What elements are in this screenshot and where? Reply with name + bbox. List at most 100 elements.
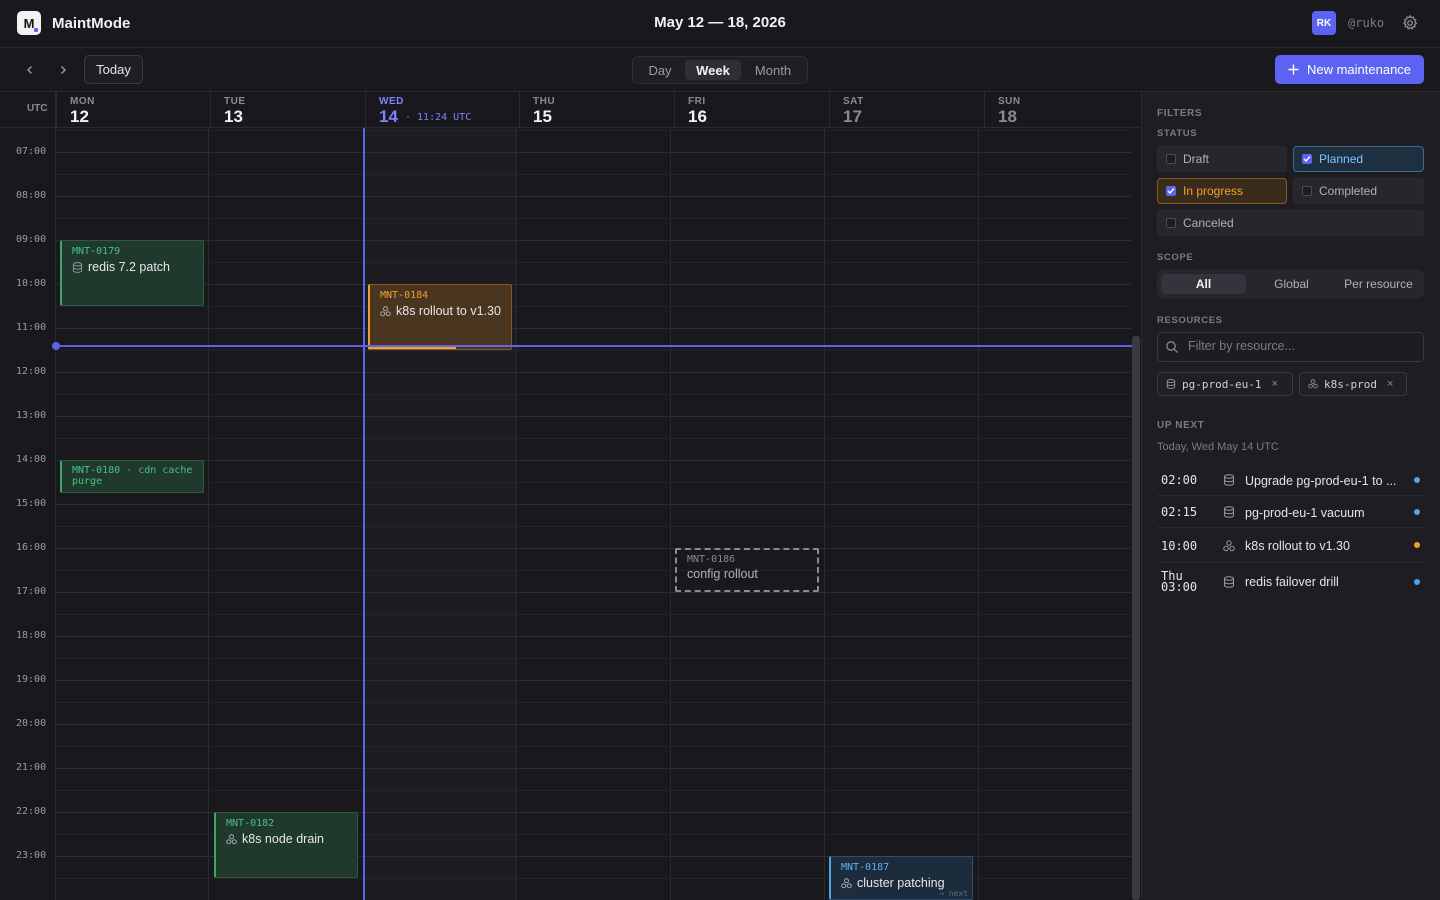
resource-chip-pg-prod-eu-1[interactable]: pg-prod-eu-1 × [1157,372,1293,396]
checkbox-box [1302,154,1312,164]
scope-per-resource-tab[interactable]: Per resource [1336,274,1421,294]
close-icon[interactable]: × [1271,378,1277,390]
half-hour-gridline [56,658,1132,659]
hour-label: 21:00 [16,762,47,773]
half-hour-gridline [56,218,1132,219]
today-button[interactable]: Today [84,55,143,84]
hour-gridline [56,636,1132,637]
hour-gridline [56,328,1132,329]
view-switcher: Day Week Month [632,56,808,84]
status-dot [1414,542,1420,548]
day-of-week: SAT [843,96,864,107]
item-title: Upgrade pg-prod-eu-1 to ... [1245,474,1397,488]
resource-search-input[interactable] [1188,339,1408,353]
scope-global-tab[interactable]: Global [1249,274,1334,294]
status-planned-checkbox[interactable]: Planned [1293,146,1424,172]
resource-chip-k8s-prod[interactable]: k8s-prod × [1299,372,1407,396]
day-header-mon[interactable]: MON 12 [56,92,210,128]
event-id: MNT-0186 [687,554,736,565]
event-mnt-0184[interactable]: MNT-0184 k8s rollout to v1.30 [368,284,512,350]
database-icon [1224,506,1234,518]
up-next-subtitle: Today, Wed May 14 UTC [1157,441,1279,453]
prev-week-button[interactable] [19,59,41,81]
day-header-sun[interactable]: SUN 18 [984,92,1140,128]
day-number: 18 [998,107,1017,126]
event-title: k8s rollout to v1.30 [380,304,501,318]
event-mnt-0179[interactable]: MNT-0179 redis 7.2 patch [60,240,204,306]
avatar[interactable]: RK [1312,11,1336,35]
hour-label: 18:00 [16,630,47,641]
status-draft-checkbox[interactable]: Draft [1157,146,1287,172]
day-number: 14 [379,107,398,126]
event-title-text: purge [72,476,103,487]
database-icon [1166,379,1176,389]
hour-label: 22:00 [16,806,47,817]
status-canceled-checkbox[interactable]: Canceled [1157,210,1424,236]
gear-icon[interactable] [1401,14,1419,32]
day-of-week: SUN [998,96,1021,107]
today-column [364,128,516,900]
scope-switcher: All Global Per resource [1157,270,1424,298]
column-divider [978,128,979,900]
hour-label: 20:00 [16,718,47,729]
status-dot [1414,477,1420,483]
day-header-thu[interactable]: THU 15 [519,92,674,128]
status-planned-label: Planned [1319,152,1364,166]
status-draft-label: Draft [1183,152,1210,166]
day-of-week: THU [533,96,556,107]
database-icon [1224,576,1234,588]
close-icon[interactable]: × [1387,378,1393,390]
event-mnt-0187[interactable]: MNT-0187 cluster patching → next [829,856,973,900]
column-divider [208,128,209,900]
checkbox-box [1166,186,1176,196]
cluster-icon [226,833,237,844]
hour-label: 10:00 [16,278,47,289]
up-next-item[interactable]: 02:00 Upgrade pg-prod-eu-1 to ... [1157,464,1424,496]
up-next-item[interactable]: Thu 03:00 redis failover drill [1157,563,1424,601]
next-week-button[interactable] [52,59,74,81]
event-mnt-0180[interactable]: MNT-0180 · cdn cache purge [60,460,204,493]
half-hour-gridline [56,790,1132,791]
day-header-fri[interactable]: FRI 16 [674,92,829,128]
half-hour-gridline [56,438,1132,439]
up-next-item[interactable]: 10:00 k8s rollout to v1.30 [1157,529,1424,563]
header-divider [0,127,1140,128]
day-number: 13 [224,107,243,126]
day-of-week: FRI [688,96,706,107]
hour-label: 12:00 [16,366,47,377]
view-day-tab[interactable]: Day [637,60,683,80]
scope-label: SCOPE [1157,252,1194,263]
hour-gridline [56,680,1132,681]
calendar-scrollbar[interactable] [1132,336,1140,900]
chevron-right-icon [61,66,66,74]
status-in-progress-checkbox[interactable]: In progress [1157,178,1287,204]
half-hour-gridline [56,702,1132,703]
event-title: redis 7.2 patch [72,260,193,274]
status-completed-checkbox[interactable]: Completed [1293,178,1424,204]
current-time-dot [52,342,60,350]
hour-gridline [56,196,1132,197]
hour-label: 16:00 [16,542,47,553]
half-hour-gridline [56,130,1132,131]
day-header-wed[interactable]: WED 14 · 11:24 UTC [365,92,519,128]
half-hour-gridline [56,306,1132,307]
hour-gridline [56,460,1132,461]
item-title: k8s rollout to v1.30 [1245,539,1350,553]
new-maintenance-button[interactable]: New maintenance [1275,55,1424,84]
check-icon [1167,188,1175,195]
event-title-text: k8s node drain [242,832,325,846]
event-title-text: k8s rollout to v1.30 [396,304,501,318]
day-of-week: MON [70,96,95,107]
event-mnt-0182[interactable]: MNT-0182 k8s node drain [214,812,358,878]
view-month-tab[interactable]: Month [743,60,803,80]
resources-label: RESOURCES [1157,315,1223,326]
hour-label: 11:00 [16,322,47,333]
view-week-tab[interactable]: Week [685,60,741,80]
day-header-sat[interactable]: SAT 17 [829,92,984,128]
scope-all-tab[interactable]: All [1161,274,1246,294]
event-mnt-0186[interactable]: MNT-0186 config rollout [675,548,819,592]
date-range-title: May 12 — 18, 2026 [654,14,786,31]
current-time-label: · 11:24 UTC [405,112,472,123]
day-header-tue[interactable]: TUE 13 [210,92,365,128]
up-next-item[interactable]: 02:15 pg-prod-eu-1 vacuum [1157,496,1424,528]
